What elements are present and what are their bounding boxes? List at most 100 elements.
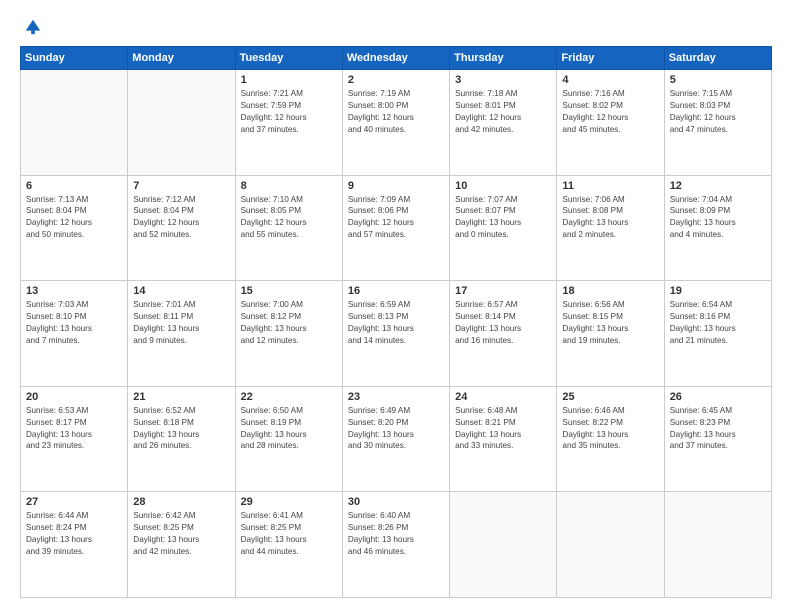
calendar-cell: 2 Sunrise: 7:19 AM Sunset: 8:00 PM Daylig…: [342, 70, 449, 176]
day-info: Sunrise: 7:00 AM Sunset: 8:12 PM Dayligh…: [241, 299, 337, 347]
day-number: 8: [241, 180, 337, 192]
day-header-monday: Monday: [128, 47, 235, 70]
day-number: 15: [241, 285, 337, 297]
calendar-cell: 17 Sunrise: 6:57 AM Sunset: 8:14 PM Dayli…: [450, 281, 557, 387]
day-info: Sunrise: 6:54 AM Sunset: 8:16 PM Dayligh…: [670, 299, 766, 347]
calendar-cell: 24 Sunrise: 6:48 AM Sunset: 8:21 PM Dayli…: [450, 386, 557, 492]
day-number: 9: [348, 180, 444, 192]
calendar-cell: 20 Sunrise: 6:53 AM Sunset: 8:17 PM Dayli…: [21, 386, 128, 492]
day-number: 18: [562, 285, 658, 297]
day-info: Sunrise: 7:16 AM Sunset: 8:02 PM Dayligh…: [562, 88, 658, 136]
calendar-cell: 15 Sunrise: 7:00 AM Sunset: 8:12 PM Dayli…: [235, 281, 342, 387]
day-number: 25: [562, 391, 658, 403]
day-number: 20: [26, 391, 122, 403]
day-info: Sunrise: 6:52 AM Sunset: 8:18 PM Dayligh…: [133, 405, 229, 453]
calendar-week-row: 20 Sunrise: 6:53 AM Sunset: 8:17 PM Dayli…: [21, 386, 772, 492]
day-info: Sunrise: 7:07 AM Sunset: 8:07 PM Dayligh…: [455, 194, 551, 242]
calendar-cell: 27Sunrise: 6:44 AM Sunset: 8:24 PM Dayli…: [21, 492, 128, 598]
day-info: Sunrise: 7:21 AM Sunset: 7:59 PM Dayligh…: [241, 88, 337, 136]
day-info: Sunrise: 7:15 AM Sunset: 8:03 PM Dayligh…: [670, 88, 766, 136]
calendar-cell: [21, 70, 128, 176]
day-info: Sunrise: 6:49 AM Sunset: 8:20 PM Dayligh…: [348, 405, 444, 453]
calendar-cell: 6Sunrise: 7:13 AM Sunset: 8:04 PM Daylig…: [21, 175, 128, 281]
calendar-table: SundayMondayTuesdayWednesdayThursdayFrid…: [20, 46, 772, 598]
day-info: Sunrise: 6:48 AM Sunset: 8:21 PM Dayligh…: [455, 405, 551, 453]
day-info: Sunrise: 7:12 AM Sunset: 8:04 PM Dayligh…: [133, 194, 229, 242]
day-info: Sunrise: 6:44 AM Sunset: 8:24 PM Dayligh…: [26, 510, 122, 558]
logo-icon: [24, 18, 42, 36]
calendar-cell: 9 Sunrise: 7:09 AM Sunset: 8:06 PM Daylig…: [342, 175, 449, 281]
header: [20, 18, 772, 36]
day-header-sunday: Sunday: [21, 47, 128, 70]
day-info: Sunrise: 6:46 AM Sunset: 8:22 PM Dayligh…: [562, 405, 658, 453]
calendar-cell: 12 Sunrise: 7:04 AM Sunset: 8:09 PM Dayli…: [664, 175, 771, 281]
day-number: 5: [670, 74, 766, 86]
calendar-cell: 7 Sunrise: 7:12 AM Sunset: 8:04 PM Daylig…: [128, 175, 235, 281]
calendar-cell: 19 Sunrise: 6:54 AM Sunset: 8:16 PM Dayli…: [664, 281, 771, 387]
day-number: 17: [455, 285, 551, 297]
day-info: Sunrise: 7:18 AM Sunset: 8:01 PM Dayligh…: [455, 88, 551, 136]
day-number: 26: [670, 391, 766, 403]
day-info: Sunrise: 6:53 AM Sunset: 8:17 PM Dayligh…: [26, 405, 122, 453]
day-info: Sunrise: 7:13 AM Sunset: 8:04 PM Dayligh…: [26, 194, 122, 242]
calendar-week-row: 6Sunrise: 7:13 AM Sunset: 8:04 PM Daylig…: [21, 175, 772, 281]
day-info: Sunrise: 7:06 AM Sunset: 8:08 PM Dayligh…: [562, 194, 658, 242]
calendar-cell: [450, 492, 557, 598]
day-number: 22: [241, 391, 337, 403]
calendar-cell: 14Sunrise: 7:01 AM Sunset: 8:11 PM Dayli…: [128, 281, 235, 387]
day-number: 14: [133, 285, 229, 297]
calendar-cell: 10Sunrise: 7:07 AM Sunset: 8:07 PM Dayli…: [450, 175, 557, 281]
day-info: Sunrise: 6:45 AM Sunset: 8:23 PM Dayligh…: [670, 405, 766, 453]
calendar-cell: 29 Sunrise: 6:41 AM Sunset: 8:25 PM Dayli…: [235, 492, 342, 598]
day-number: 24: [455, 391, 551, 403]
calendar-cell: 8 Sunrise: 7:10 AM Sunset: 8:05 PM Daylig…: [235, 175, 342, 281]
day-number: 12: [670, 180, 766, 192]
calendar-cell: 4 Sunrise: 7:16 AM Sunset: 8:02 PM Daylig…: [557, 70, 664, 176]
day-header-thursday: Thursday: [450, 47, 557, 70]
day-info: Sunrise: 7:10 AM Sunset: 8:05 PM Dayligh…: [241, 194, 337, 242]
calendar-cell: [664, 492, 771, 598]
day-number: 2: [348, 74, 444, 86]
day-info: Sunrise: 7:19 AM Sunset: 8:00 PM Dayligh…: [348, 88, 444, 136]
calendar-week-row: 1Sunrise: 7:21 AM Sunset: 7:59 PM Daylig…: [21, 70, 772, 176]
day-header-tuesday: Tuesday: [235, 47, 342, 70]
day-info: Sunrise: 6:59 AM Sunset: 8:13 PM Dayligh…: [348, 299, 444, 347]
calendar-cell: [128, 70, 235, 176]
calendar-cell: 11Sunrise: 7:06 AM Sunset: 8:08 PM Dayli…: [557, 175, 664, 281]
calendar-cell: 18 Sunrise: 6:56 AM Sunset: 8:15 PM Dayli…: [557, 281, 664, 387]
page: SundayMondayTuesdayWednesdayThursdayFrid…: [0, 0, 792, 612]
calendar-cell: 21 Sunrise: 6:52 AM Sunset: 8:18 PM Dayli…: [128, 386, 235, 492]
calendar-header-row: SundayMondayTuesdayWednesdayThursdayFrid…: [21, 47, 772, 70]
day-info: Sunrise: 6:56 AM Sunset: 8:15 PM Dayligh…: [562, 299, 658, 347]
calendar-cell: 16 Sunrise: 6:59 AM Sunset: 8:13 PM Dayli…: [342, 281, 449, 387]
day-number: 19: [670, 285, 766, 297]
day-number: 29: [241, 496, 337, 508]
day-number: 16: [348, 285, 444, 297]
day-header-wednesday: Wednesday: [342, 47, 449, 70]
calendar-cell: [557, 492, 664, 598]
calendar-cell: 28Sunrise: 6:42 AM Sunset: 8:25 PM Dayli…: [128, 492, 235, 598]
calendar-cell: 1Sunrise: 7:21 AM Sunset: 7:59 PM Daylig…: [235, 70, 342, 176]
day-info: Sunrise: 6:41 AM Sunset: 8:25 PM Dayligh…: [241, 510, 337, 558]
day-info: Sunrise: 7:03 AM Sunset: 8:10 PM Dayligh…: [26, 299, 122, 347]
day-number: 23: [348, 391, 444, 403]
calendar-week-row: 27Sunrise: 6:44 AM Sunset: 8:24 PM Dayli…: [21, 492, 772, 598]
day-number: 13: [26, 285, 122, 297]
day-header-friday: Friday: [557, 47, 664, 70]
calendar-week-row: 13 Sunrise: 7:03 AM Sunset: 8:10 PM Dayli…: [21, 281, 772, 387]
day-info: Sunrise: 6:42 AM Sunset: 8:25 PM Dayligh…: [133, 510, 229, 558]
day-number: 3: [455, 74, 551, 86]
calendar-cell: 22Sunrise: 6:50 AM Sunset: 8:19 PM Dayli…: [235, 386, 342, 492]
calendar-cell: 5 Sunrise: 7:15 AM Sunset: 8:03 PM Daylig…: [664, 70, 771, 176]
day-number: 7: [133, 180, 229, 192]
calendar-cell: 13 Sunrise: 7:03 AM Sunset: 8:10 PM Dayli…: [21, 281, 128, 387]
day-info: Sunrise: 6:57 AM Sunset: 8:14 PM Dayligh…: [455, 299, 551, 347]
day-number: 4: [562, 74, 658, 86]
day-info: Sunrise: 6:40 AM Sunset: 8:26 PM Dayligh…: [348, 510, 444, 558]
day-header-saturday: Saturday: [664, 47, 771, 70]
day-info: Sunrise: 7:09 AM Sunset: 8:06 PM Dayligh…: [348, 194, 444, 242]
calendar-cell: 3 Sunrise: 7:18 AM Sunset: 8:01 PM Daylig…: [450, 70, 557, 176]
day-number: 21: [133, 391, 229, 403]
day-info: Sunrise: 7:04 AM Sunset: 8:09 PM Dayligh…: [670, 194, 766, 242]
calendar-cell: 25 Sunrise: 6:46 AM Sunset: 8:22 PM Dayli…: [557, 386, 664, 492]
